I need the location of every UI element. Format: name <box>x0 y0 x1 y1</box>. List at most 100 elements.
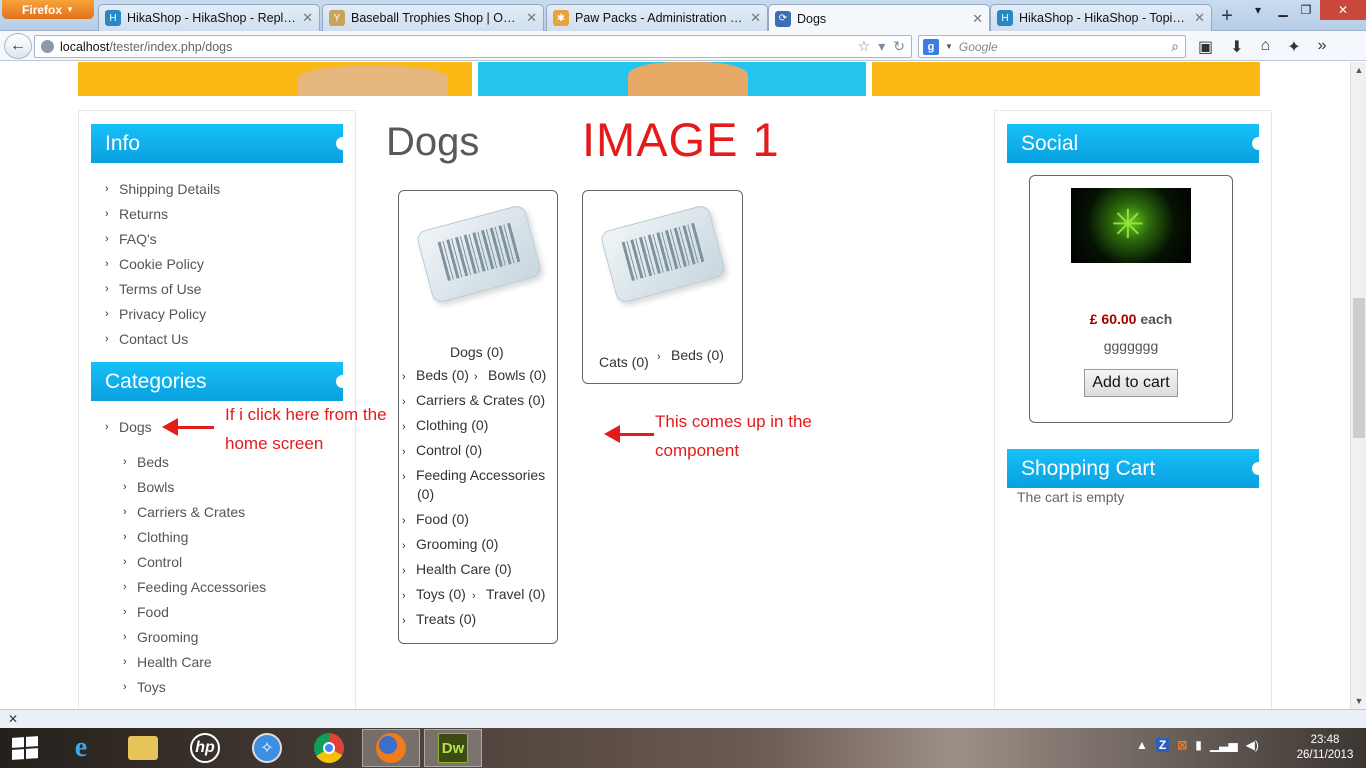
scrollbar-thumb[interactable] <box>1353 298 1365 438</box>
add-to-cart-button[interactable]: Add to cart <box>1084 369 1178 397</box>
network-signal-icon[interactable]: ▁▃▅ <box>1210 738 1238 752</box>
subcategory-link-health-care[interactable]: › Health Care <box>123 649 266 674</box>
category-heading-dogs[interactable]: Dogs (0) <box>450 344 504 360</box>
taskbar-file-explorer[interactable] <box>114 729 172 767</box>
restore-button[interactable]: ❐ <box>1294 0 1318 20</box>
vertical-scrollbar[interactable]: ▲ ▼ <box>1350 62 1366 709</box>
tab-dogs[interactable]: ⟳ Dogs ✕ <box>768 4 990 32</box>
reload-icon[interactable]: ↻ <box>893 38 905 55</box>
taskbar-internet-explorer[interactable]: e <box>52 729 110 767</box>
tab-close-icon[interactable]: ✕ <box>526 10 537 26</box>
subcategory-link-toys[interactable]: › Toys <box>123 674 266 699</box>
chevron-right-icon: › <box>402 565 406 577</box>
taskbar-safari[interactable]: ✧ <box>238 729 296 767</box>
show-hidden-icons-icon[interactable]: ▲ <box>1136 738 1148 752</box>
barcode-placeholder-icon <box>599 203 727 305</box>
info-link-contact[interactable]: › Contact Us <box>105 326 220 351</box>
minimize-button[interactable]: ▁ <box>1272 0 1294 20</box>
taskbar-clock[interactable]: 23:48 26/11/2013 <box>1292 733 1358 763</box>
subcategory-link-feeding[interactable]: › Feeding Accessories <box>123 574 266 599</box>
tab-paw-packs-admin[interactable]: ✱ Paw Packs - Administration - Ca... ✕ <box>546 4 768 31</box>
windows-taskbar: e hp ✧ Dw ▲ Z ⊠ ▮ ▁▃▅ ◀) 23:48 26/11/201… <box>0 728 1366 768</box>
product-name[interactable]: ggggggg <box>1030 338 1232 354</box>
scroll-down-icon[interactable]: ▼ <box>1351 693 1366 709</box>
chevron-right-icon: › <box>402 540 406 552</box>
tab-baseball-trophies[interactable]: Y Baseball Trophies Shop | Online ... ✕ <box>322 4 544 31</box>
subcategory-link-bowls[interactable]: › Bowls <box>123 474 266 499</box>
menu-chevron-icon[interactable]: » <box>1318 37 1327 57</box>
info-link-privacy[interactable]: › Privacy Policy <box>105 301 220 326</box>
tab-close-icon[interactable]: ✕ <box>972 11 983 27</box>
box-link-toys[interactable]: › Toys (0) <box>402 586 466 602</box>
tab-close-icon[interactable]: ✕ <box>1194 10 1205 26</box>
chevron-down-icon[interactable]: ▼ <box>945 42 953 51</box>
tab-label: Paw Packs - Administration - Ca... <box>575 11 744 25</box>
tab-close-icon[interactable]: ✕ <box>750 10 761 26</box>
taskbar-chrome[interactable] <box>300 729 358 767</box>
info-link-shipping[interactable]: › Shipping Details <box>105 176 220 201</box>
trophy-favicon-icon: Y <box>329 10 345 26</box>
new-tab-button[interactable]: + <box>1216 6 1238 28</box>
url-bar[interactable]: localhost/tester/index.php/dogs ☆ ▾ ↻ <box>34 35 912 58</box>
box-link-bowls[interactable]: › Bowls (0) <box>474 367 546 383</box>
volume-icon[interactable]: ◀) <box>1246 738 1259 752</box>
box-link-clothing[interactable]: › Clothing (0) <box>402 417 488 433</box>
close-window-button[interactable]: ✕ <box>1320 0 1366 20</box>
product-price: £ 60.00 each <box>1030 311 1232 327</box>
magnifier-icon[interactable]: ⌕ <box>1171 38 1179 55</box>
tab-close-icon[interactable]: ✕ <box>302 10 313 26</box>
close-icon[interactable]: ✕ <box>8 712 18 726</box>
chevron-right-icon: › <box>105 232 109 245</box>
scroll-up-icon[interactable]: ▲ <box>1351 62 1366 78</box>
windows-start-icon[interactable] <box>12 736 38 760</box>
browser-tab-bar: Firefox ▼ H HikaShop - HikaShop - Reply … <box>0 0 1366 32</box>
product-image[interactable]: ✳ <box>1071 188 1191 263</box>
battery-icon[interactable]: ▮ <box>1195 738 1202 752</box>
taskbar-firefox[interactable] <box>362 729 420 767</box>
box-link-control[interactable]: › Control (0) <box>402 442 482 458</box>
info-link-faq[interactable]: › FAQ's <box>105 226 220 251</box>
box-link-feeding-count[interactable]: (0) <box>417 486 434 502</box>
history-dropdown-icon[interactable]: ▾ <box>878 38 885 55</box>
subcategory-link-food[interactable]: › Food <box>123 599 266 624</box>
search-bar[interactable]: g ▼ Google ⌕ <box>918 35 1186 58</box>
tab-list-icon[interactable]: ▾ <box>1246 0 1270 20</box>
chevron-right-icon: › <box>105 332 109 345</box>
box-link-food[interactable]: › Food (0) <box>402 511 469 527</box>
tab-hikashop-topic[interactable]: H HikaShop - HikaShop - Topic: ... ✕ <box>990 4 1212 31</box>
category-link-dogs[interactable]: › Dogs <box>105 414 152 439</box>
taskbar-hp[interactable]: hp <box>176 729 234 767</box>
google-search-engine-icon[interactable]: g <box>923 38 939 55</box>
zend-icon[interactable]: Z <box>1155 738 1170 752</box>
chevron-right-icon: › <box>123 530 127 543</box>
box-link-beds[interactable]: › Beds (0) <box>402 367 469 383</box>
category-heading-cats[interactable]: Cats (0) <box>599 354 649 370</box>
box-link-carriers[interactable]: › Carriers & Crates (0) <box>402 392 545 408</box>
box-link-travel[interactable]: › Travel (0) <box>472 586 545 602</box>
social-module-header: Social <box>1007 124 1265 163</box>
taskbar-dreamweaver[interactable]: Dw <box>424 729 482 767</box>
xampp-icon[interactable]: ⊠ <box>1177 738 1187 752</box>
info-link-terms[interactable]: › Terms of Use <box>105 276 220 301</box>
tab-label: HikaShop - HikaShop - Reply To... <box>127 11 296 25</box>
subcategory-link-control[interactable]: › Control <box>123 549 266 574</box>
bookmark-star-icon[interactable]: ☆ <box>858 38 871 55</box>
tab-hikashop-reply[interactable]: H HikaShop - HikaShop - Reply To... ✕ <box>98 4 320 31</box>
box-link-feeding[interactable]: › Feeding Accessories <box>402 467 545 483</box>
back-button[interactable]: ← <box>4 33 32 59</box>
box-link-treats[interactable]: › Treats (0) <box>402 611 476 627</box>
annotation-left-text: If i click here from the home screen <box>225 405 387 453</box>
box-link-grooming[interactable]: › Grooming (0) <box>402 536 498 552</box>
subcategory-link-grooming[interactable]: › Grooming <box>123 624 266 649</box>
info-link-cookie-policy[interactable]: › Cookie Policy <box>105 251 220 276</box>
home-icon[interactable]: ⌂ <box>1261 37 1271 57</box>
box-link-cats-beds[interactable]: › Beds (0) <box>657 347 724 363</box>
addon-icon[interactable]: ✦ <box>1287 37 1300 57</box>
subcategory-link-carriers[interactable]: › Carriers & Crates <box>123 499 266 524</box>
info-link-returns[interactable]: › Returns <box>105 201 220 226</box>
box-link-health-care[interactable]: › Health Care (0) <box>402 561 512 577</box>
firefox-menu-button[interactable]: Firefox ▼ <box>2 0 94 19</box>
downloads-icon[interactable]: ⬇ <box>1230 37 1243 57</box>
bookmarks-menu-icon[interactable]: ▣ <box>1198 37 1213 57</box>
subcategory-link-clothing[interactable]: › Clothing <box>123 524 266 549</box>
